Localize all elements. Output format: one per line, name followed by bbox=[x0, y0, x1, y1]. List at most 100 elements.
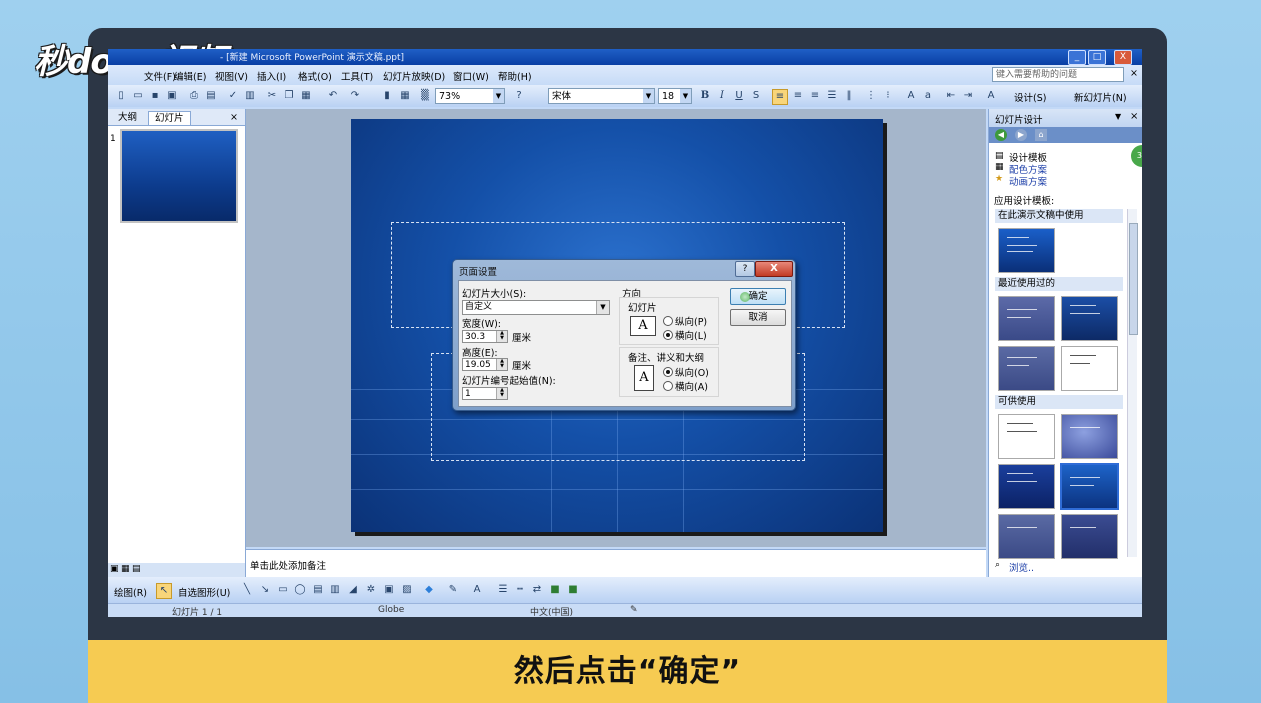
shadow-button[interactable]: S bbox=[749, 89, 763, 103]
new-icon[interactable]: ▯ bbox=[114, 89, 128, 103]
textbox-icon[interactable]: ▤ bbox=[311, 583, 325, 597]
zoom-dropdown[interactable]: 73% ▼ bbox=[435, 88, 505, 104]
tab-outline[interactable]: 大纲 bbox=[112, 111, 143, 124]
font-color-icon[interactable]: A bbox=[984, 89, 998, 103]
slide-thumbnail[interactable] bbox=[120, 129, 238, 223]
ok-button[interactable]: 确定 bbox=[730, 288, 786, 305]
template-thumbnail[interactable] bbox=[998, 296, 1055, 341]
notes-pane[interactable]: 单击此处添加备注 bbox=[246, 549, 986, 578]
tab-slides[interactable]: 幻灯片 bbox=[148, 111, 191, 125]
template-thumbnail[interactable] bbox=[1061, 346, 1118, 391]
notes-landscape-label[interactable]: 横向(A) bbox=[675, 379, 708, 393]
arrow-icon[interactable]: ↘ bbox=[258, 583, 272, 597]
slides-portrait-radio[interactable] bbox=[663, 316, 673, 326]
font-color-icon[interactable]: A bbox=[470, 583, 484, 597]
italic-button[interactable]: I bbox=[715, 89, 729, 103]
menu-insert[interactable]: 插入(I) bbox=[257, 69, 286, 83]
draw-menu-button[interactable]: 绘图(R) bbox=[114, 585, 147, 599]
menu-slideshow[interactable]: 幻灯片放映(D) bbox=[383, 69, 445, 83]
fill-color-icon[interactable]: ◆ bbox=[422, 583, 436, 597]
menu-format[interactable]: 格式(O) bbox=[298, 69, 332, 83]
new-slide-button[interactable]: 新幻灯片(N) bbox=[1074, 90, 1127, 104]
wordart-icon[interactable]: ◢ bbox=[346, 583, 360, 597]
3d-style-icon[interactable]: ■ bbox=[566, 583, 580, 597]
forward-icon[interactable]: ▶ bbox=[1015, 129, 1027, 141]
width-spinner[interactable]: 30.3 ▲ ▼ bbox=[462, 330, 508, 343]
increase-indent-icon[interactable]: ⇥ bbox=[961, 89, 975, 103]
spelling-icon[interactable]: ✓ bbox=[226, 89, 240, 103]
slide-size-dropdown[interactable]: 自定义 ▼ bbox=[462, 300, 610, 315]
template-scrollbar[interactable] bbox=[1127, 209, 1138, 557]
decrease-indent-icon[interactable]: ⇤ bbox=[944, 89, 958, 103]
autoshapes-button[interactable]: 自选图形(U) bbox=[178, 585, 230, 599]
close-pane-icon[interactable]: × bbox=[224, 111, 244, 124]
cut-icon[interactable]: ✂ bbox=[265, 89, 279, 103]
align-right-icon[interactable]: ≡ bbox=[808, 89, 822, 103]
minimize-button[interactable]: _ bbox=[1068, 50, 1086, 65]
line-color-icon[interactable]: ✎ bbox=[446, 583, 460, 597]
menu-tools[interactable]: 工具(T) bbox=[341, 69, 373, 83]
start-number-spinner[interactable]: 1 ▲ ▼ bbox=[462, 387, 508, 400]
line-icon[interactable]: ╲ bbox=[240, 583, 254, 597]
browse-link[interactable]: 浏览.. bbox=[1009, 560, 1034, 574]
vertical-textbox-icon[interactable]: ▥ bbox=[328, 583, 342, 597]
menu-window[interactable]: 窗口(W) bbox=[453, 69, 489, 83]
print-icon[interactable]: ⎙ bbox=[187, 89, 201, 103]
bullets-icon[interactable]: ⁝ bbox=[881, 89, 895, 103]
notes-portrait-label[interactable]: 纵向(O) bbox=[675, 365, 709, 379]
insert-chart-icon[interactable]: ▮ bbox=[380, 89, 394, 103]
menu-help[interactable]: 帮助(H) bbox=[498, 69, 532, 83]
align-center-icon[interactable]: ≡ bbox=[791, 89, 805, 103]
increase-font-icon[interactable]: A bbox=[904, 89, 918, 103]
slides-landscape-radio[interactable] bbox=[663, 330, 673, 340]
line-style-icon[interactable]: ☰ bbox=[496, 583, 510, 597]
print-preview-icon[interactable]: ▤ bbox=[204, 89, 218, 103]
cancel-button[interactable]: 取消 bbox=[730, 309, 786, 326]
scrollbar-thumb[interactable] bbox=[1129, 223, 1138, 335]
home-icon[interactable]: ⌂ bbox=[1035, 129, 1047, 141]
spinner-arrows-icon[interactable]: ▲ ▼ bbox=[496, 331, 507, 342]
spinner-arrows-icon[interactable]: ▲ ▼ bbox=[496, 359, 507, 370]
close-icon[interactable]: × bbox=[1130, 111, 1138, 122]
help-search-input[interactable]: 键入需要帮助的问题 bbox=[992, 67, 1124, 82]
underline-button[interactable]: U bbox=[732, 89, 746, 103]
align-left-icon[interactable]: ≡ bbox=[772, 89, 788, 105]
slides-portrait-label[interactable]: 纵向(P) bbox=[675, 314, 707, 328]
paste-icon[interactable]: ▦ bbox=[299, 89, 313, 103]
close-button[interactable]: X bbox=[1114, 50, 1132, 65]
insert-table-icon[interactable]: ▦ bbox=[398, 89, 412, 103]
arrow-style-icon[interactable]: ⇄ bbox=[530, 583, 544, 597]
clipart-icon[interactable]: ▣ bbox=[382, 583, 396, 597]
grid-icon[interactable]: ▒ bbox=[418, 89, 432, 103]
font-dropdown[interactable]: 宋体 ▼ bbox=[548, 88, 655, 104]
numbering-icon[interactable]: ⋮ bbox=[864, 89, 878, 103]
template-thumbnail[interactable] bbox=[998, 346, 1055, 391]
research-icon[interactable]: ▥ bbox=[243, 89, 257, 103]
back-icon[interactable]: ◀ bbox=[995, 129, 1007, 141]
save-icon[interactable]: ▪ bbox=[148, 89, 162, 103]
close-document-icon[interactable]: × bbox=[1130, 68, 1138, 79]
dialog-help-button[interactable]: ? bbox=[735, 261, 755, 277]
template-thumbnail[interactable] bbox=[998, 464, 1055, 509]
slideshow-icon[interactable]: ▤ bbox=[132, 564, 141, 574]
redo-icon[interactable]: ↷ bbox=[348, 89, 362, 103]
template-thumbnail[interactable] bbox=[1061, 414, 1118, 459]
spinner-arrows-icon[interactable]: ▲ ▼ bbox=[496, 388, 507, 399]
template-thumbnail-selected[interactable] bbox=[1060, 463, 1119, 510]
menu-edit[interactable]: 编辑(E) bbox=[174, 69, 206, 83]
distribute-icon[interactable]: ‖ bbox=[842, 89, 856, 103]
slides-landscape-label[interactable]: 横向(L) bbox=[675, 328, 707, 342]
undo-icon[interactable]: ↶ bbox=[326, 89, 340, 103]
font-size-dropdown[interactable]: 18 ▼ bbox=[658, 88, 692, 104]
chevron-down-icon[interactable]: ▼ bbox=[1115, 112, 1121, 121]
animation-schemes-link[interactable]: 动画方案 bbox=[1009, 174, 1047, 188]
shadow-style-icon[interactable]: ■ bbox=[548, 583, 562, 597]
template-thumbnail[interactable] bbox=[1061, 296, 1118, 341]
template-thumbnail[interactable] bbox=[998, 514, 1055, 559]
oval-icon[interactable]: ◯ bbox=[293, 583, 307, 597]
template-thumbnail[interactable] bbox=[1061, 514, 1118, 559]
slide-sorter-icon[interactable]: ▦ bbox=[121, 564, 130, 574]
design-button[interactable]: 设计(S) bbox=[1014, 90, 1046, 104]
dialog-close-button[interactable]: X bbox=[755, 261, 793, 277]
select-objects-icon[interactable]: ↖ bbox=[156, 583, 172, 599]
